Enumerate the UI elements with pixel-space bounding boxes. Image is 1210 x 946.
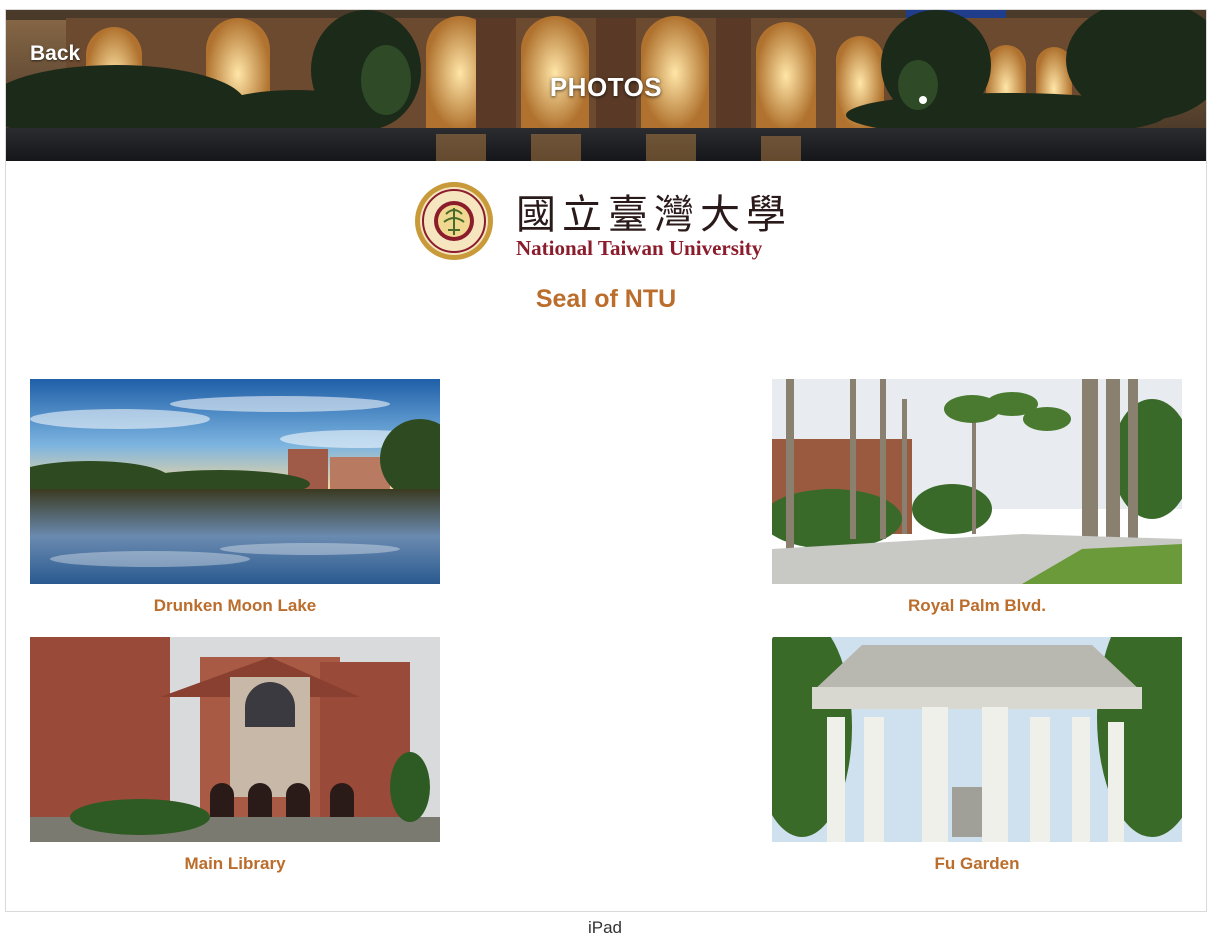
drunken-moon-lake-photo[interactable] bbox=[30, 379, 440, 584]
photo-card-main-library[interactable]: Main Library bbox=[30, 637, 440, 874]
page-title: PHOTOS bbox=[549, 72, 663, 102]
main-library-photo[interactable] bbox=[30, 637, 440, 842]
app-screen: Back PHOTOS 國立臺灣大學 National Taiwan Unive… bbox=[5, 9, 1207, 912]
photo-caption[interactable]: Drunken Moon Lake bbox=[30, 596, 440, 616]
logo-chinese-name: 國立臺灣大學 bbox=[516, 192, 792, 238]
header-banner: Back PHOTOS bbox=[6, 10, 1206, 161]
seal-caption[interactable]: Seal of NTU bbox=[6, 285, 1206, 314]
fu-garden-photo[interactable] bbox=[772, 637, 1182, 842]
photo-caption[interactable]: Royal Palm Blvd. bbox=[772, 596, 1182, 616]
photo-caption[interactable]: Main Library bbox=[30, 854, 440, 874]
royal-palm-blvd-photo[interactable] bbox=[772, 379, 1182, 584]
device-label: iPad bbox=[587, 918, 623, 937]
photo-card-royal-palm-blvd[interactable]: Royal Palm Blvd. bbox=[772, 379, 1182, 616]
photo-caption[interactable]: Fu Garden bbox=[772, 854, 1182, 874]
back-button[interactable]: Back bbox=[30, 42, 80, 66]
ntu-logo: 國立臺灣大學 National Taiwan University bbox=[410, 180, 802, 262]
photo-card-fu-garden[interactable]: Fu Garden bbox=[772, 637, 1182, 874]
photo-card-drunken-moon-lake[interactable]: Drunken Moon Lake bbox=[30, 379, 440, 616]
logo-english-name: National Taiwan University bbox=[516, 236, 763, 260]
